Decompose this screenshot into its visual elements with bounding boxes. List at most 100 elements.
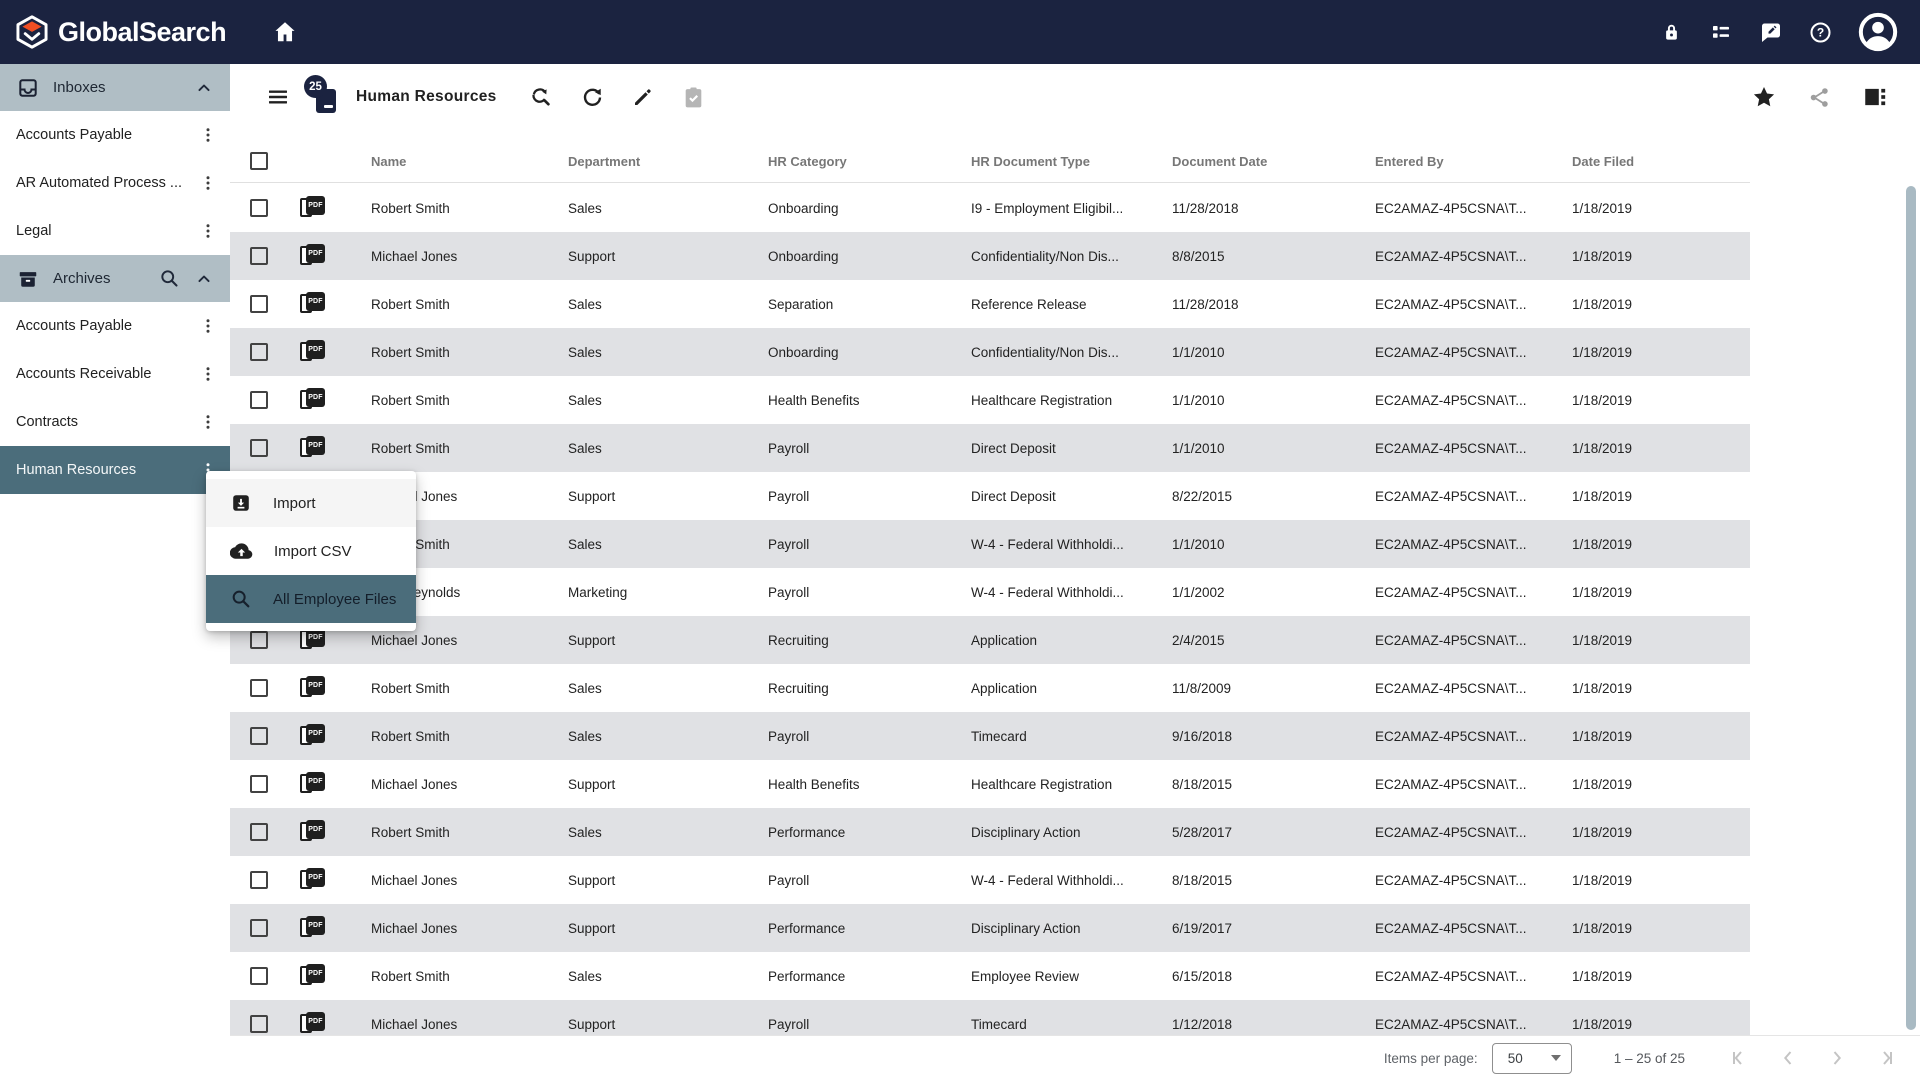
kebab-menu-icon[interactable] <box>194 169 222 197</box>
chevron-up-icon[interactable] <box>194 78 214 98</box>
lock-icon[interactable] <box>1660 21 1683 44</box>
row-checkbox[interactable] <box>250 775 268 793</box>
row-checkbox[interactable] <box>250 727 268 745</box>
kebab-menu-icon[interactable] <box>194 312 222 340</box>
table-row[interactable]: PDF Michael Jones Support Payroll Direct… <box>230 472 1750 520</box>
sidebar-item-ar-automated-process[interactable]: AR Automated Process ... <box>0 159 230 207</box>
pdf-file-icon[interactable]: PDF <box>300 388 326 412</box>
table-row[interactable]: PDF Michael Jones Support Recruiting App… <box>230 616 1750 664</box>
cell-entered-by: EC2AMAZ-4P5CSNA\T... <box>1359 489 1556 504</box>
row-checkbox[interactable] <box>250 1015 268 1033</box>
view-list-icon[interactable] <box>1709 20 1733 44</box>
table-row[interactable]: PDF Robert Smith Sales Performance Emplo… <box>230 952 1750 1000</box>
menu-item-import-csv[interactable]: Import CSV <box>206 527 416 575</box>
pdf-file-icon[interactable]: PDF <box>300 724 326 748</box>
edit-icon[interactable] <box>625 79 661 115</box>
row-checkbox[interactable] <box>250 823 268 841</box>
sidebar-item-accounts-receivable[interactable]: Accounts Receivable <box>0 350 230 398</box>
table-row[interactable]: PDF Robert Smith Sales Payroll Timecard … <box>230 712 1750 760</box>
row-checkbox[interactable] <box>250 679 268 697</box>
table-row[interactable]: PDF Robert Smith Sales Payroll Direct De… <box>230 424 1750 472</box>
pdf-file-icon[interactable]: PDF <box>300 676 326 700</box>
table-row[interactable]: PDF Robert Smith Sales Onboarding Confid… <box>230 328 1750 376</box>
column-header-document-date[interactable]: Document Date <box>1156 154 1359 169</box>
share-icon[interactable] <box>1801 79 1838 116</box>
kebab-menu-icon[interactable] <box>194 217 222 245</box>
column-header-date-filed[interactable]: Date Filed <box>1556 154 1750 169</box>
table-row[interactable]: PDF Michael Jones Support Payroll Timeca… <box>230 1000 1750 1035</box>
menu-icon[interactable] <box>260 79 296 115</box>
table-row[interactable]: PDF Michael Jones Support Onboarding Con… <box>230 232 1750 280</box>
select-all-checkbox[interactable] <box>250 152 268 170</box>
first-page-icon[interactable] <box>1727 1046 1751 1070</box>
row-checkbox[interactable] <box>250 871 268 889</box>
column-header-hr-document-type[interactable]: HR Document Type <box>955 154 1156 169</box>
clipboard-check-icon[interactable] <box>675 79 712 116</box>
pdf-file-icon[interactable]: PDF <box>300 964 326 988</box>
refresh-icon[interactable] <box>574 79 611 116</box>
table-row[interactable]: PDF Robert Smith Sales Separation Refere… <box>230 280 1750 328</box>
account-icon[interactable] <box>1858 12 1898 52</box>
column-header-name[interactable]: Name <box>355 154 552 169</box>
items-per-page-select[interactable]: 50 <box>1492 1043 1572 1074</box>
row-checkbox[interactable] <box>250 439 268 457</box>
next-page-icon[interactable] <box>1825 1046 1849 1070</box>
cell-name: Robert Smith <box>355 297 552 312</box>
sidebar-item-contracts[interactable]: Contracts <box>0 398 230 446</box>
sidebar-item-accounts-payable[interactable]: Accounts Payable <box>0 302 230 350</box>
row-checkbox[interactable] <box>250 343 268 361</box>
previous-page-icon[interactable] <box>1776 1046 1800 1070</box>
row-checkbox[interactable] <box>250 967 268 985</box>
view-column-icon[interactable] <box>1856 78 1894 116</box>
star-icon[interactable] <box>1745 78 1783 116</box>
home-icon[interactable] <box>272 19 298 45</box>
table-row[interactable]: PDF Robert Smith Sales Payroll W-4 - Fed… <box>230 520 1750 568</box>
row-checkbox[interactable] <box>250 919 268 937</box>
row-checkbox[interactable] <box>250 631 268 649</box>
pdf-file-icon[interactable]: PDF <box>300 436 326 460</box>
table-row[interactable]: PDF Michael Jones Support Performance Di… <box>230 904 1750 952</box>
row-checkbox[interactable] <box>250 295 268 313</box>
table-row[interactable]: PDF Michael Jones Support Health Benefit… <box>230 760 1750 808</box>
column-header-hr-category[interactable]: HR Category <box>752 154 955 169</box>
menu-item-all-employee-files[interactable]: All Employee Files <box>206 575 416 623</box>
menu-item-import[interactable]: Import <box>206 479 416 527</box>
pdf-file-icon[interactable]: PDF <box>300 1012 326 1035</box>
pdf-file-icon[interactable]: PDF <box>300 868 326 892</box>
table-row[interactable]: PDF Robert Smith Sales Onboarding I9 - E… <box>230 184 1750 232</box>
table-row[interactable]: PDF Michael Jones Support Payroll W-4 - … <box>230 856 1750 904</box>
row-checkbox[interactable] <box>250 247 268 265</box>
sidebar-item-legal[interactable]: Legal <box>0 207 230 255</box>
cell-date-filed: 1/18/2019 <box>1556 201 1750 216</box>
pdf-file-icon[interactable]: PDF <box>300 916 326 940</box>
pdf-file-icon[interactable]: PDF <box>300 292 326 316</box>
row-checkbox[interactable] <box>250 199 268 217</box>
pdf-file-icon[interactable]: PDF <box>300 196 326 220</box>
kebab-menu-icon[interactable] <box>194 360 222 388</box>
chevron-up-icon[interactable] <box>194 269 214 289</box>
help-icon[interactable]: ? <box>1809 21 1832 44</box>
pdf-file-icon[interactable]: PDF <box>300 628 326 652</box>
kebab-menu-icon[interactable] <box>194 408 222 436</box>
pdf-file-icon[interactable]: PDF <box>300 244 326 268</box>
table-row[interactable]: PDF Robert Smith Sales Health Benefits H… <box>230 376 1750 424</box>
refine-search-icon[interactable] <box>523 79 560 116</box>
sidebar-section-header-inboxes[interactable]: Inboxes <box>0 64 230 111</box>
sidebar-item-human-resources[interactable]: Human Resources <box>0 446 230 494</box>
feedback-icon[interactable] <box>1759 20 1783 44</box>
last-page-icon[interactable] <box>1874 1046 1898 1070</box>
pdf-file-icon[interactable]: PDF <box>300 820 326 844</box>
table-row[interactable]: PDF Robert Smith Sales Performance Disci… <box>230 808 1750 856</box>
vertical-scrollbar[interactable] <box>1906 186 1916 1030</box>
sidebar-section-header-archives[interactable]: Archives <box>0 255 230 302</box>
sidebar-item-accounts-payable[interactable]: Accounts Payable <box>0 111 230 159</box>
row-checkbox[interactable] <box>250 391 268 409</box>
table-row[interactable]: PDF Robert Smith Sales Recruiting Applic… <box>230 664 1750 712</box>
column-header-department[interactable]: Department <box>552 154 752 169</box>
pdf-file-icon[interactable]: PDF <box>300 772 326 796</box>
table-row[interactable]: PDF Sally Reynolds Marketing Payroll W-4… <box>230 568 1750 616</box>
pdf-file-icon[interactable]: PDF <box>300 340 326 364</box>
kebab-menu-icon[interactable] <box>194 121 222 149</box>
section-search-icon[interactable] <box>159 268 180 289</box>
column-header-entered-by[interactable]: Entered By <box>1359 154 1556 169</box>
